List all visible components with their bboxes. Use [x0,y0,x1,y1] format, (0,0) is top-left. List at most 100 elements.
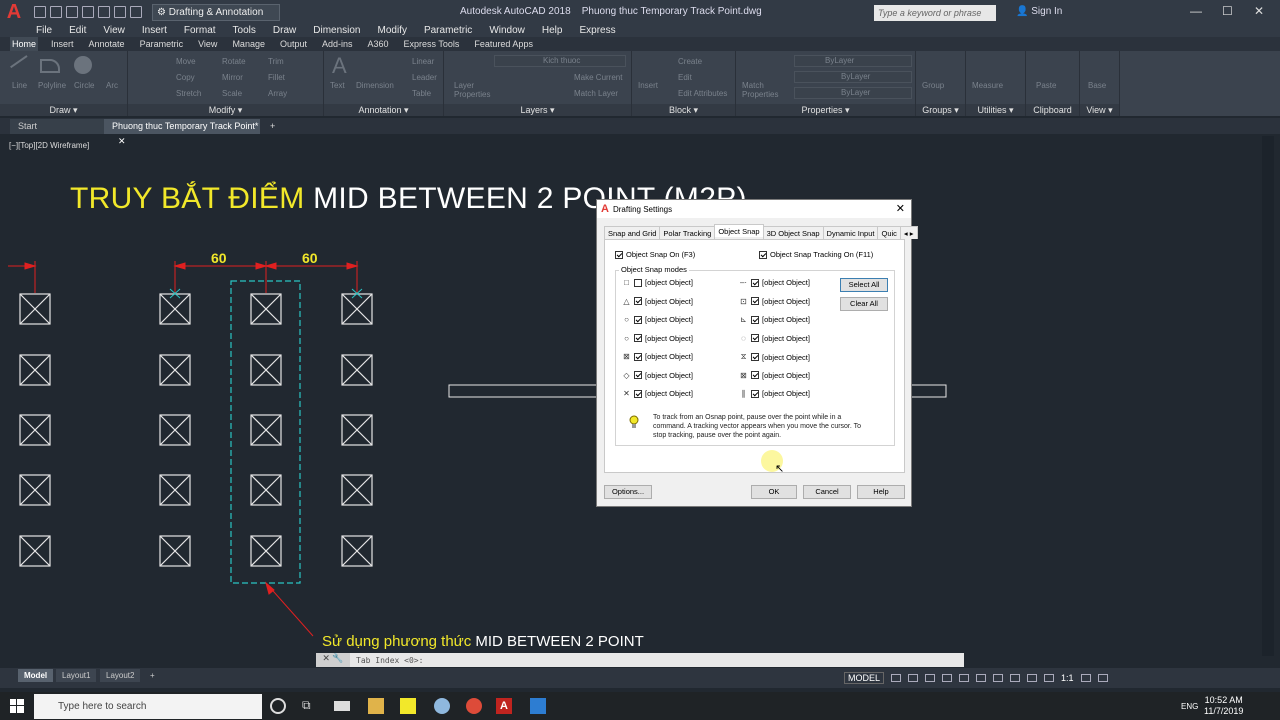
start-tab[interactable]: Start [10,119,104,134]
osnap-center[interactable]: ○ [object Object] [622,315,693,324]
osnap-on-toggle[interactable]: Object Snap On (F3) [615,250,695,259]
dialog-tab-object-snap[interactable]: Object Snap [714,224,764,237]
osnap-checkbox[interactable] [634,334,642,342]
drawing-tab[interactable]: Phuong thuc Temporary Track Point* ✕ [104,119,260,146]
ribbon-tab-manage[interactable]: Manage [230,37,267,51]
task-view-icon[interactable]: ⧉ [302,698,318,714]
dialog-tab-dynamic-input[interactable]: Dynamic Input [822,226,879,239]
osnap-tracking-icon[interactable] [976,673,987,682]
annotation-scale[interactable]: 1:1 [1061,673,1074,683]
osnap-nearest[interactable]: ⧖ [object Object] [739,352,810,362]
osnap-checkbox[interactable] [634,297,642,305]
menu-file[interactable]: File [36,24,52,37]
customize-icon[interactable] [1097,673,1108,682]
osnap-checkbox[interactable] [751,334,759,342]
dialog-tab-snap-and-grid[interactable]: Snap and Grid [604,226,661,239]
workspace-icon[interactable] [1080,673,1091,682]
undo-icon[interactable] [114,6,126,18]
menu-express[interactable]: Express [579,24,615,37]
menu-window[interactable]: Window [489,24,525,37]
osnap-quadrant[interactable]: ◇ [object Object] [622,371,693,380]
osnap-checkbox[interactable] [751,278,759,287]
cortana-icon[interactable] [270,698,286,714]
transparency-icon[interactable] [1027,673,1038,682]
new-tab-icon[interactable]: + [262,119,280,134]
help-button[interactable]: Help [857,485,905,499]
viewport-controls[interactable]: [−][Top][2D Wireframe] [9,141,89,150]
isodraft-icon[interactable] [959,673,970,682]
osnap-endpoint[interactable]: □ [object Object] [622,278,693,287]
dialog-tab-3d-object-snap[interactable]: 3D Object Snap [762,226,824,239]
app-icon[interactable] [434,698,450,714]
draw-panel-label[interactable]: Draw ▾ [0,104,127,116]
osnap-checkbox[interactable] [634,315,642,324]
menu-help[interactable]: Help [542,24,563,37]
clock[interactable]: 10:52 AM 11/7/2019 [1204,695,1243,717]
menu-dimension[interactable]: Dimension [313,24,360,37]
minimize-icon[interactable]: — [1190,4,1202,18]
signin-button[interactable]: 👤 Sign In [1016,6,1062,17]
plot-icon[interactable] [98,6,110,18]
remote-desktop-icon[interactable] [530,698,546,714]
properties-panel-label[interactable]: Properties ▾ [736,104,915,116]
autocad-logo-icon[interactable]: A [0,0,28,24]
osnap-checkbox[interactable] [634,371,642,379]
osnap-perpendicular[interactable]: ⊾ [object Object] [739,315,810,324]
ribbon-tab-home[interactable]: Home [10,37,39,51]
osnap-checkbox[interactable] [751,371,759,379]
osnap-geometric-center[interactable]: ○ [object Object] [622,334,693,343]
windows-start-icon[interactable] [10,699,24,713]
dialog-close-icon[interactable]: ✕ [896,202,905,215]
osnap-apparent-intersection[interactable]: ⊠ [object Object] [739,371,810,380]
grid-icon[interactable] [891,673,902,682]
search-input[interactable]: Type a keyword or phrase [874,5,996,21]
annotation-icon[interactable] [1044,673,1055,682]
view-panel-label[interactable]: View ▾ [1080,104,1119,116]
menu-insert[interactable]: Insert [142,24,167,37]
osnap-checkbox[interactable] [751,297,759,305]
block-panel-label[interactable]: Block ▾ [632,104,735,116]
sticky-notes-icon[interactable] [400,698,416,714]
tab-layout1[interactable]: Layout1 [56,669,97,682]
tab-layout2[interactable]: Layout2 [100,669,141,682]
ribbon-tab-express-tools[interactable]: Express Tools [402,37,462,51]
osnap-tracking-toggle[interactable]: Object Snap Tracking On (F11) [759,250,873,259]
clear-all-button[interactable]: Clear All [840,297,888,311]
polar-icon[interactable] [942,673,953,682]
dialog-titlebar[interactable]: A Drafting Settings ✕ [597,200,911,218]
file-explorer-icon[interactable] [368,698,384,714]
model-space-button[interactable]: MODEL [844,671,885,684]
menu-draw[interactable]: Draw [273,24,296,37]
osnap-insertion[interactable]: ⊡ [object Object] [739,297,810,306]
dialog-tab-quic[interactable]: Quic [877,226,901,239]
osnap-midpoint[interactable]: △ [object Object] [622,297,693,306]
ribbon-tab-a360[interactable]: A360 [366,37,391,51]
modify-panel-label[interactable]: Modify ▾ [128,104,323,116]
mail-icon[interactable] [334,701,350,711]
annotation-panel-label[interactable]: Annotation ▾ [324,104,443,116]
layers-panel-label[interactable]: Layers ▾ [444,104,631,116]
maximize-icon[interactable]: ☐ [1222,4,1233,18]
ribbon-tab-insert[interactable]: Insert [49,37,76,51]
select-all-button[interactable]: Select All [840,278,888,292]
ribbon-tab-annotate[interactable]: Annotate [87,37,127,51]
new-icon[interactable] [34,6,46,18]
menu-modify[interactable]: Modify [378,24,407,37]
ribbon-tab-parametric[interactable]: Parametric [138,37,186,51]
osnap-checkbox[interactable] [751,389,759,398]
osnap-checkbox[interactable] [751,315,759,324]
utilities-panel-label[interactable]: Utilities ▾ [966,104,1025,116]
ribbon-tab-featured-apps[interactable]: Featured Apps [472,37,535,51]
add-layout-icon[interactable]: + [144,669,161,682]
menu-tools[interactable]: Tools [233,24,256,37]
osnap-intersection[interactable]: ✕ [object Object] [622,389,693,398]
ribbon-tab-output[interactable]: Output [278,37,309,51]
dialog-tab-polar-tracking[interactable]: Polar Tracking [659,226,716,239]
menu-view[interactable]: View [103,24,125,37]
snap-icon[interactable] [908,673,919,682]
ok-button[interactable]: OK [751,485,797,499]
osnap-tangent[interactable]: ◌ [object Object] [739,334,810,343]
osnap-parallel[interactable]: ∥ [object Object] [739,389,810,398]
clipboard-panel-label[interactable]: Clipboard [1026,104,1079,116]
cancel-button[interactable]: Cancel [803,485,851,499]
